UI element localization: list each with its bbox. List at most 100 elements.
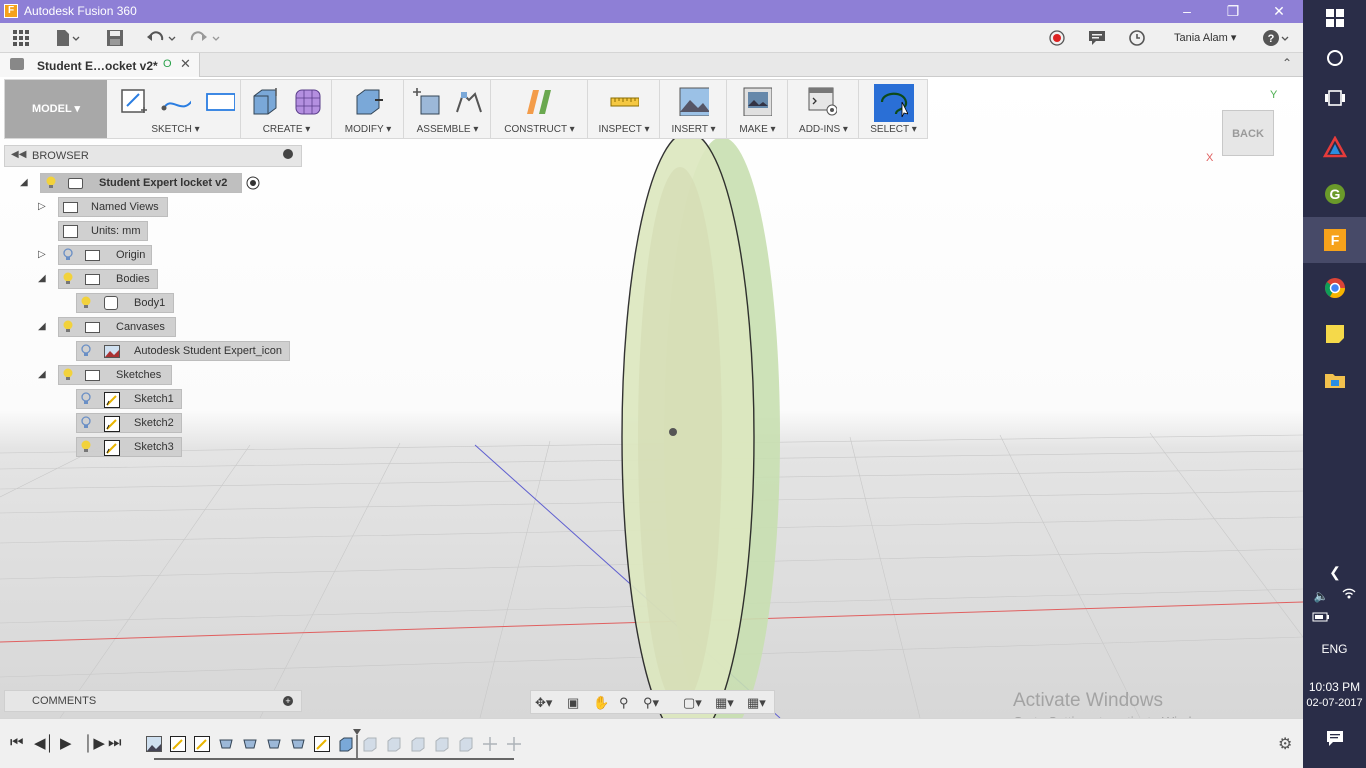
timeline-marker[interactable] [352, 729, 362, 759]
timeline-settings-gear-icon[interactable]: ⚙ [1278, 734, 1292, 754]
offset-plane-icon[interactable] [524, 86, 554, 116]
fit-zoom-icon[interactable]: ⚲▾ [643, 695, 659, 711]
bodies-expander-icon[interactable]: ◢ [38, 273, 46, 284]
visibility-bulb-icon[interactable] [81, 296, 91, 309]
sketch-group[interactable]: SKETCH ▾ [111, 80, 241, 138]
comments-panel[interactable]: COMMENTS + [4, 690, 302, 712]
browser-item-canvas-image[interactable]: Autodesk Student Expert_icon [76, 341, 290, 361]
timeline-suppressed-icon[interactable] [434, 736, 450, 752]
scripts-icon[interactable] [807, 86, 837, 116]
origin-expander-icon[interactable]: ▷ [38, 249, 46, 260]
browser-item-sketches[interactable]: Sketches [58, 365, 172, 385]
browser-item-origin[interactable]: Origin [58, 245, 152, 265]
insert-image-icon[interactable] [679, 86, 709, 116]
activate-component-icon[interactable] [246, 176, 260, 190]
timeline-suppressed-icon[interactable] [410, 736, 426, 752]
timeline-feature-icon[interactable] [242, 736, 258, 752]
visibility-bulb-icon[interactable] [63, 368, 73, 381]
record-icon[interactable] [1048, 29, 1066, 47]
clock-date[interactable]: 02-07-2017 [1303, 697, 1366, 709]
timeline-feature-icon[interactable] [290, 736, 306, 752]
browser-item-sketch3[interactable]: Sketch3 [76, 437, 182, 457]
sticky-notes-icon[interactable] [1323, 322, 1347, 346]
make-group[interactable]: MAKE ▾ [728, 80, 788, 138]
visibility-bulb-icon[interactable] [63, 272, 73, 285]
close-icon[interactable]: ✕ [1256, 0, 1302, 23]
timeline-suppressed-icon[interactable] [362, 736, 378, 752]
visibility-bulb-icon[interactable] [81, 416, 91, 429]
root-expander-icon[interactable]: ◢ [20, 177, 28, 188]
go-to-end-icon[interactable]: ⏭ [108, 734, 122, 751]
timeline-sketch-icon[interactable] [194, 736, 210, 752]
named-views-expander-icon[interactable]: ▷ [38, 201, 46, 212]
minimize-panel-icon[interactable] [283, 149, 293, 159]
action-center-icon[interactable] [1323, 728, 1347, 752]
create-group[interactable]: CREATE ▾ [242, 80, 332, 138]
assemble-group[interactable]: ASSEMBLE ▾ [405, 80, 491, 138]
visibility-bulb-icon[interactable] [81, 392, 91, 405]
help-icon[interactable]: ? [1262, 29, 1290, 47]
file-icon[interactable] [55, 29, 81, 47]
press-pull-icon[interactable] [353, 86, 383, 116]
3d-print-icon[interactable] [742, 86, 772, 116]
zoom-icon[interactable]: ⚲ [619, 695, 629, 711]
windows-start-icon[interactable] [1323, 8, 1347, 32]
autodesk-app-icon[interactable] [1322, 135, 1348, 160]
viewports-icon[interactable]: ▦▾ [747, 695, 766, 711]
redo-icon[interactable] [190, 29, 222, 47]
orbit-icon[interactable]: ✥▾ [535, 695, 552, 711]
user-menu[interactable]: Tania Alam ▾ [1174, 31, 1236, 44]
form-icon[interactable] [292, 86, 322, 116]
clock-time[interactable]: 10:03 PM [1303, 680, 1366, 694]
timeline-suppressed-icon[interactable] [386, 736, 402, 752]
cortana-search-icon[interactable] [1323, 48, 1347, 72]
browser-item-canvases[interactable]: Canvases [58, 317, 176, 337]
grid-icon[interactable] [12, 29, 30, 47]
insert-group[interactable]: INSERT ▾ [661, 80, 727, 138]
visibility-bulb-icon[interactable] [81, 440, 91, 453]
joint-icon[interactable] [453, 86, 483, 116]
task-view-icon[interactable] [1323, 88, 1347, 112]
select-lasso-icon[interactable] [878, 88, 908, 118]
visibility-bulb-icon[interactable] [81, 344, 91, 357]
add-ins-group[interactable]: ADD-INS ▾ [789, 80, 859, 138]
play-icon[interactable]: ▶ [60, 734, 72, 752]
create-sketch-icon[interactable] [119, 86, 149, 116]
close-tab-icon[interactable]: ✕ [180, 56, 191, 72]
look-at-icon[interactable]: ▣ [567, 695, 579, 711]
chrome-icon[interactable] [1323, 276, 1347, 300]
browser-item-sketch2[interactable]: Sketch2 [76, 413, 182, 433]
file-explorer-icon[interactable] [1323, 368, 1347, 392]
restore-icon[interactable]: ❐ [1210, 0, 1256, 23]
visibility-bulb-icon[interactable] [63, 320, 73, 333]
timeline-sketch-icon[interactable] [170, 736, 186, 752]
timeline-canvas-icon[interactable] [146, 736, 162, 752]
origin-point[interactable] [669, 428, 677, 436]
browser-item-body1[interactable]: Body1 [76, 293, 174, 313]
modify-group[interactable]: MODIFY ▾ [333, 80, 404, 138]
timeline-feature-icon[interactable] [266, 736, 282, 752]
go-to-start-icon[interactable]: ⏮ [10, 734, 24, 751]
workspace-switcher[interactable]: MODEL ▾ [5, 80, 107, 138]
browser-item-sketch1[interactable]: Sketch1 [76, 389, 182, 409]
browser-header[interactable]: ◀◀ BROWSER [4, 145, 302, 167]
visibility-bulb-icon[interactable] [46, 176, 56, 189]
save-icon[interactable] [106, 29, 124, 47]
add-comment-icon[interactable]: + [283, 696, 293, 706]
minimize-icon[interactable]: – [1164, 0, 1210, 23]
step-back-icon[interactable]: ◀│ [34, 734, 55, 752]
collapse-left-icon[interactable]: ◀◀ [11, 149, 26, 160]
timeline-move-icon[interactable] [482, 736, 498, 752]
document-tab[interactable]: Student E…ocket v2* O ✕ [0, 53, 200, 77]
timeline-suppressed-icon[interactable] [458, 736, 474, 752]
step-forward-icon[interactable]: │▶ [84, 734, 105, 752]
browser-root-node[interactable]: Student Expert locket v2 [40, 173, 242, 193]
browser-item-named-views[interactable]: Named Views [58, 197, 168, 217]
timeline-sketch-icon[interactable] [314, 736, 330, 752]
extrude-icon[interactable] [250, 86, 280, 116]
comment-icon[interactable] [1088, 29, 1106, 47]
undo-icon[interactable] [146, 29, 178, 47]
volume-icon[interactable]: 🔈 [1309, 584, 1333, 608]
clock-icon[interactable] [1128, 29, 1146, 47]
timeline-move-icon[interactable] [506, 736, 522, 752]
